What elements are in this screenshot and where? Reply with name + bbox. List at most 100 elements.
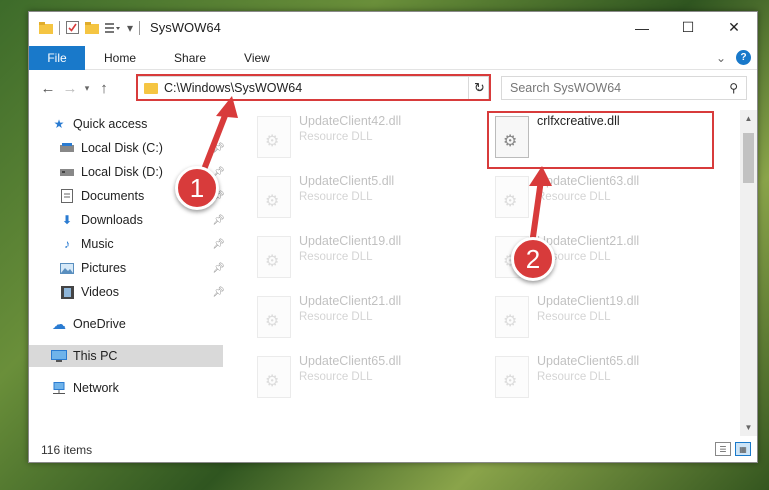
scroll-thumb[interactable] [743,133,754,183]
sidebar-item-label: Documents [81,189,145,203]
sidebar-item-label: OneDrive [73,317,126,331]
gear-icon: ⚙ [503,193,518,210]
sidebar-item-downloads[interactable]: ⬇ Downloads 📌︎ [59,209,225,231]
pin-icon[interactable]: 📌︎ [212,143,225,154]
file-item[interactable]: ⚙ UpdateClient19.dll Resource DLL [253,232,483,286]
expand-ribbon-icon[interactable]: ⌄ [716,51,726,65]
toolbar-divider [59,20,60,35]
file-item[interactable]: ⚙ UpdateClient19.dll Resource DLL [491,292,721,346]
dll-file-icon: ⚙ [257,116,291,158]
address-bar[interactable]: C:\Windows\SysWOW64 ⌄ [137,76,489,100]
scroll-down-arrow[interactable]: ▼ [740,419,757,436]
forward-button[interactable]: → [59,77,81,99]
navigation-pane: ★ Quick access Local Disk (C:) 📌︎ Local … [29,110,225,435]
file-item[interactable]: ⚙ UpdateClient65.dll Resource DLL [253,352,483,406]
tab-home[interactable]: Home [85,51,155,65]
file-description: Resource DLL [299,251,373,263]
file-name: UpdateClient42.dll [299,114,402,128]
search-input[interactable]: Search SysWOW64 ⚲ [501,76,747,100]
sidebar-item-this-pc[interactable]: This PC [29,345,223,367]
address-path[interactable]: C:\Windows\SysWOW64 [164,81,472,95]
sidebar-item-videos[interactable]: Videos 📌︎ [59,281,225,303]
file-name: UpdateClient19.dll [537,294,640,308]
search-placeholder: Search SysWOW64 [510,81,622,95]
file-item[interactable]: ⚙ UpdateClient5.dll Resource DLL [253,172,483,226]
file-description: Resource DLL [537,191,611,203]
pin-icon[interactable]: 📌︎ [212,287,225,298]
file-item[interactable]: ⚙ UpdateClient42.dll Resource DLL [253,112,483,166]
close-button[interactable]: ✕ [711,12,757,43]
chevron-down-icon[interactable]: ▾ [127,21,133,35]
file-description: Resource DLL [299,371,373,383]
up-button[interactable]: ↑ [93,77,115,99]
help-icon[interactable]: ? [736,50,751,65]
vertical-scrollbar[interactable]: ▲ ▼ [740,110,757,436]
maximize-button[interactable]: ☐ [665,12,711,43]
drive-icon [59,141,75,155]
gear-icon: ⚙ [503,373,518,390]
sidebar-item-label: Music [81,237,114,251]
folder-icon [39,21,53,34]
properties-icon[interactable] [66,21,79,34]
file-list: ⚙ UpdateClient42.dll Resource DLL ⚙ crlfx… [253,110,741,435]
new-folder-icon[interactable] [85,21,99,34]
details-view-icon[interactable]: ☰ [715,442,731,456]
file-item-crlfxcreative[interactable]: ⚙ crlfxcreative.dll [491,112,721,166]
sidebar-item-onedrive[interactable]: ☁ OneDrive [51,313,225,335]
window-title: SysWOW64 [150,20,221,35]
navigation-bar: ← → ▾ ↑ C:\Windows\SysWOW64 ⌄ ↻ Search S… [29,74,757,102]
videos-icon [59,285,75,299]
sidebar-item-pictures[interactable]: Pictures 📌︎ [59,257,225,279]
sidebar-item-quick-access[interactable]: ★ Quick access [51,113,225,135]
network-icon [51,381,67,395]
dll-file-icon: ⚙ [257,296,291,338]
file-description: Resource DLL [537,371,611,383]
dll-file-icon: ⚙ [495,356,529,398]
scroll-up-arrow[interactable]: ▲ [740,110,757,127]
tab-view[interactable]: View [225,51,289,65]
customize-toolbar-icon[interactable] [105,22,121,34]
title-divider [139,20,141,35]
sidebar-item-label: Pictures [81,261,127,275]
download-icon: ⬇ [61,213,73,227]
arrow-right-icon: → [62,79,78,97]
sidebar-item-label: Network [73,381,119,395]
tab-share[interactable]: Share [155,51,225,65]
gear-icon: ⚙ [265,373,280,390]
sidebar-item-label: Videos [81,285,119,299]
dll-file-icon: ⚙ [495,296,529,338]
sidebar-item-network[interactable]: Network [51,377,225,399]
tiles-view-icon[interactable]: ▦ [735,442,751,456]
sidebar-item-local-disk-c[interactable]: Local Disk (C:) 📌︎ [59,137,225,159]
minimize-button[interactable]: — [619,12,665,43]
back-button[interactable]: ← [37,77,59,99]
file-name: UpdateClient65.dll [299,354,402,368]
dll-file-icon: ⚙ [495,176,529,218]
view-toggle: ☰ ▦ [715,442,751,456]
gear-icon: ⚙ [265,133,280,150]
sidebar-item-music[interactable]: ♪ Music 📌︎ [59,233,225,255]
file-name: UpdateClient21.dll [537,234,640,248]
file-description: Resource DLL [299,191,373,203]
search-icon[interactable]: ⚲ [729,81,738,95]
refresh-button[interactable]: ↻ [468,77,490,99]
file-item[interactable]: ⚙ UpdateClient21.dll Resource DLL [253,292,483,346]
cloud-icon: ☁ [52,315,66,332]
chevron-down-icon: ▾ [84,82,90,93]
recent-locations-button[interactable]: ▾ [81,77,93,99]
file-item[interactable]: ⚙ UpdateClient63.dll Resource DLL [491,172,721,226]
file-item[interactable]: ⚙ UpdateClient65.dll Resource DLL [491,352,721,406]
pin-icon[interactable]: 📌︎ [212,263,225,274]
file-name: crlfxcreative.dll [537,114,620,128]
sidebar-item-label: Downloads [81,213,143,227]
arrow-left-icon: ← [40,79,56,97]
pin-icon[interactable]: 📌︎ [212,239,225,250]
ribbon-tabs: File Home Share View ⌄ ? [29,45,757,70]
pin-icon[interactable]: 📌︎ [212,215,225,226]
tab-file[interactable]: File [29,45,85,70]
file-name: UpdateClient21.dll [299,294,402,308]
pc-icon [51,349,67,363]
drive-icon [59,165,75,179]
explorer-window: ▾ SysWOW64 — ☐ ✕ File Home Share View ⌄ … [28,11,758,463]
quick-access-toolbar: ▾ [39,20,133,35]
